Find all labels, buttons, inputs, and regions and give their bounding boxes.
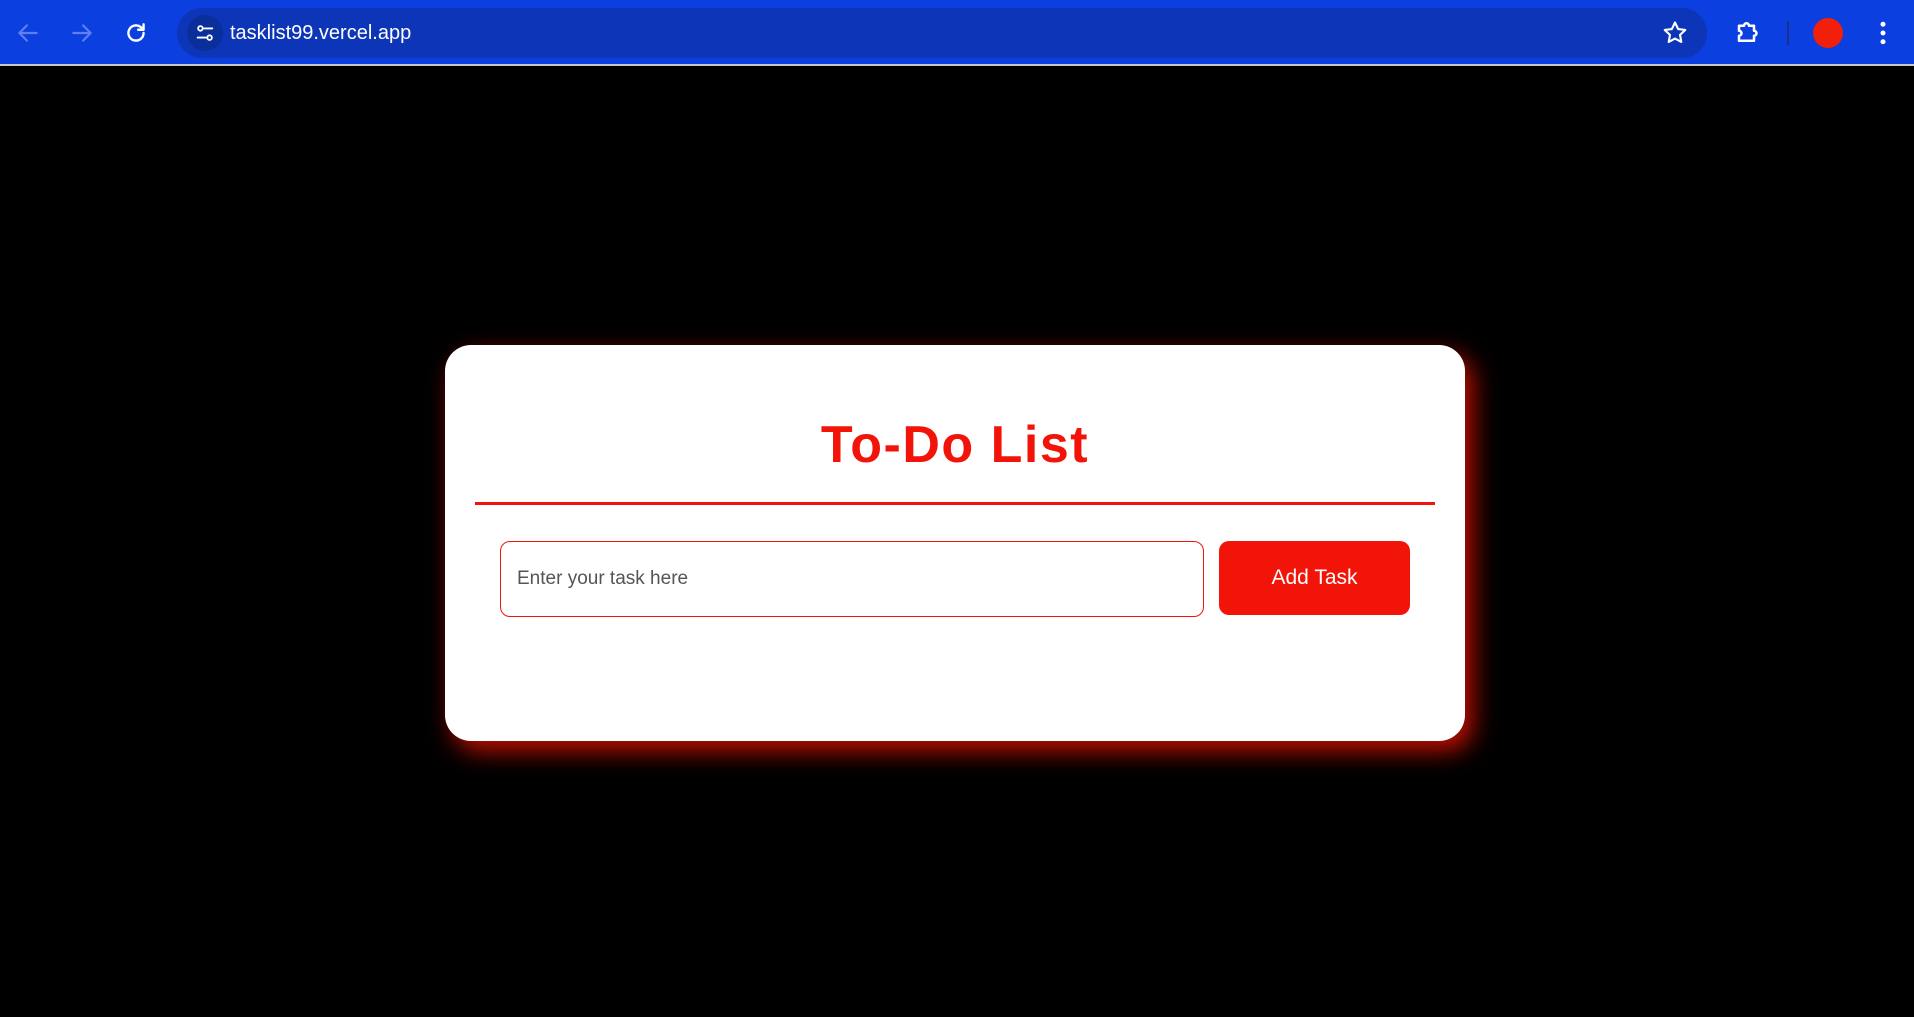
star-icon[interactable] xyxy=(1661,19,1689,47)
site-info-button[interactable] xyxy=(187,15,223,51)
arrow-left-icon xyxy=(18,24,38,42)
back-button[interactable] xyxy=(8,13,48,53)
arrow-right-icon xyxy=(72,24,92,42)
task-input[interactable] xyxy=(500,541,1204,617)
kebab-menu-icon[interactable] xyxy=(1868,18,1898,48)
toolbar-divider xyxy=(1787,21,1789,45)
page-title: To-Do List xyxy=(820,416,1090,474)
todo-card: To-Do List Add Task xyxy=(445,345,1465,741)
reload-button[interactable] xyxy=(116,13,156,53)
add-task-button[interactable]: Add Task xyxy=(1219,541,1410,615)
tune-icon xyxy=(196,25,214,41)
title-divider xyxy=(475,502,1435,505)
address-bar[interactable]: tasklist99.vercel.app xyxy=(177,8,1707,58)
forward-button[interactable] xyxy=(62,13,102,53)
browser-toolbar: tasklist99.vercel.app xyxy=(0,0,1914,66)
reload-icon xyxy=(127,23,145,42)
avatar[interactable] xyxy=(1813,18,1843,48)
puzzle-icon[interactable] xyxy=(1734,16,1764,48)
url-text[interactable]: tasklist99.vercel.app xyxy=(230,8,411,58)
